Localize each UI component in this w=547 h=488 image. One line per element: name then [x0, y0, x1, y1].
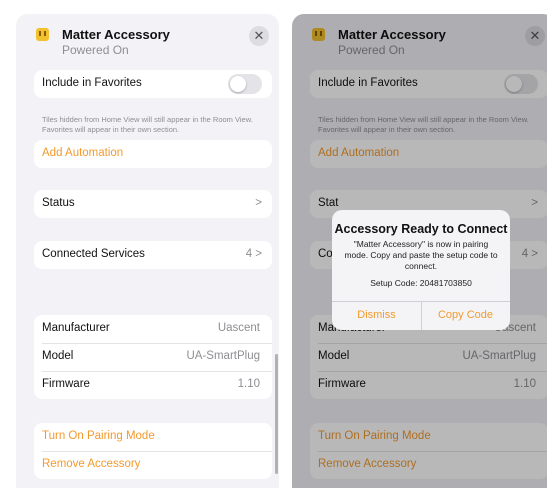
copy-code-button[interactable]: Copy Code — [421, 309, 510, 321]
add-automation-button[interactable]: Add Automation — [34, 140, 272, 168]
accessory-settings-screen: Matter Accessory Powered On ✕ Include in… — [16, 14, 279, 488]
favorites-footnote: Tiles hidden from Home View will still a… — [42, 115, 253, 134]
favorites-row: Include in Favorites — [34, 70, 272, 98]
accessory-settings-screen-with-alert: Matter Accessory Powered On ✕ Include in… — [292, 14, 547, 488]
plug-icon — [36, 28, 49, 41]
remove-accessory-button[interactable]: Remove Accessory — [34, 451, 272, 479]
status-row[interactable]: Status > — [34, 190, 272, 218]
accessory-title: Matter Accessory — [62, 27, 170, 42]
manufacturer-row: Manufacturer Uascent — [34, 315, 272, 343]
services-card: Connected Services 4 > — [34, 241, 272, 269]
status-card: Status > — [34, 190, 272, 218]
manufacturer-label: Manufacturer — [42, 322, 110, 334]
alert-button-bar: Dismiss Copy Code — [332, 301, 510, 330]
favorites-card: Include in Favorites — [34, 70, 272, 98]
accessory-header: Matter Accessory Powered On ✕ — [16, 14, 279, 62]
firmware-value: 1.10 — [237, 378, 260, 390]
firmware-row: Firmware 1.10 — [34, 371, 272, 399]
setup-code-text: Setup Code: 20481703850 — [370, 278, 472, 288]
pairing-mode-label: Turn On Pairing Mode — [42, 430, 155, 442]
alert-message: "Matter Accessory" is now in pairing mod… — [344, 239, 498, 271]
status-label: Status — [42, 197, 75, 209]
manufacturer-value: Uascent — [217, 322, 260, 334]
info-card: Manufacturer Uascent Model UA-SmartPlug … — [34, 315, 272, 399]
firmware-label: Firmware — [42, 378, 90, 390]
actions-card: Turn On Pairing Mode Remove Accessory — [34, 423, 272, 479]
dismiss-button[interactable]: Dismiss — [332, 309, 421, 321]
scrollbar[interactable] — [275, 354, 278, 474]
add-automation-label: Add Automation — [42, 147, 124, 159]
connected-services-count: 4 > — [245, 248, 262, 260]
model-row: Model UA-SmartPlug — [34, 343, 272, 371]
automation-card: Add Automation — [34, 140, 272, 168]
toggle-knob — [230, 76, 246, 92]
model-value: UA-SmartPlug — [186, 350, 261, 362]
chevron-right-icon: > — [255, 197, 262, 209]
favorites-label: Include in Favorites — [42, 77, 142, 89]
connected-services-row[interactable]: Connected Services 4 > — [34, 241, 272, 269]
accessory-status: Powered On — [62, 43, 129, 57]
close-icon[interactable]: ✕ — [249, 26, 269, 46]
connected-services-label: Connected Services — [42, 248, 145, 260]
pairing-alert-dialog: Accessory Ready to Connect "Matter Acces… — [332, 210, 510, 330]
alert-title: Accessory Ready to Connect — [334, 222, 508, 236]
model-label: Model — [42, 350, 74, 362]
favorites-toggle[interactable] — [228, 74, 262, 94]
remove-accessory-label: Remove Accessory — [42, 458, 141, 470]
pairing-mode-button[interactable]: Turn On Pairing Mode — [34, 423, 272, 451]
